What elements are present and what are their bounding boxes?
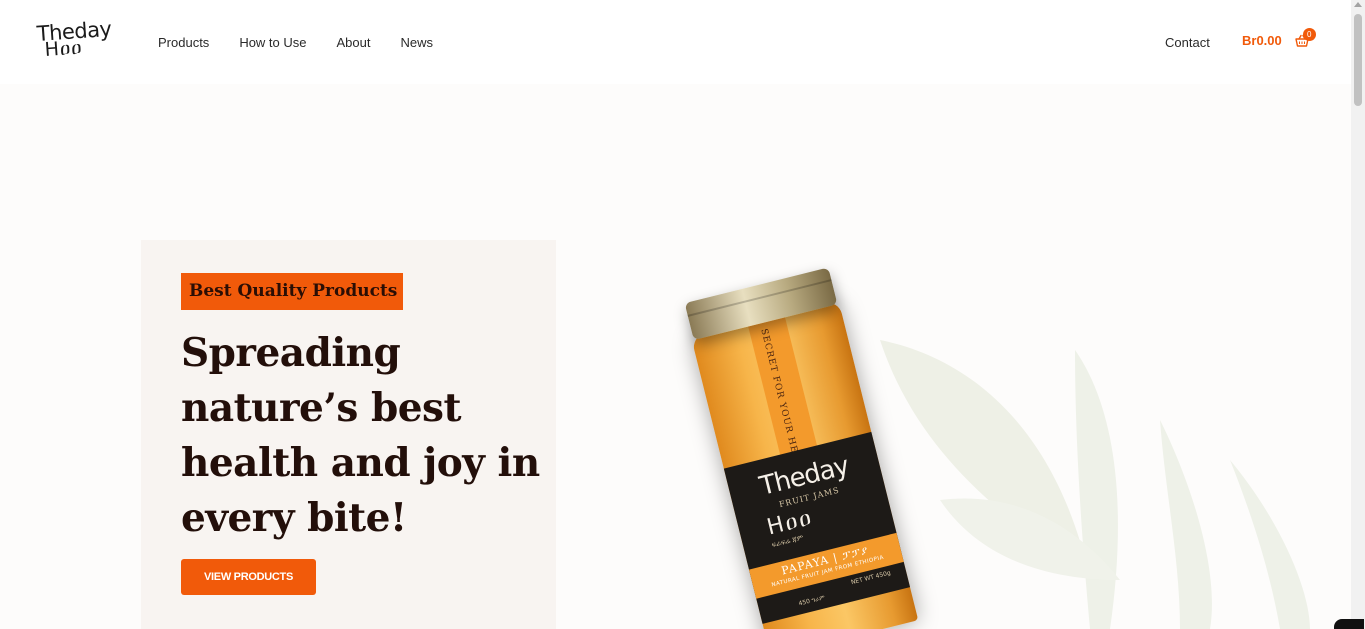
nav-how-to-use[interactable]: How to Use bbox=[239, 35, 306, 50]
papaya-jam-jar: SECRET FOR YOUR HEALTH Theday FRUIT JAMS… bbox=[679, 266, 921, 629]
page-scrollbar[interactable] bbox=[1351, 0, 1365, 629]
logo-text-bottom: Hዐዐ bbox=[44, 36, 84, 61]
cart-count-badge: 0 bbox=[1302, 27, 1316, 41]
scroll-up-arrow-icon[interactable] bbox=[1354, 2, 1362, 7]
quality-badge-label: Best Quality Products bbox=[189, 281, 398, 301]
main-nav: Products How to Use About News bbox=[158, 35, 433, 50]
nav-news[interactable]: News bbox=[401, 35, 434, 50]
label-amharic-weight: 450 ግራም bbox=[797, 594, 826, 608]
basket-icon: 0 bbox=[1295, 27, 1316, 48]
site-header: Theday Hዐዐ Products How to Use About New… bbox=[0, 0, 1351, 84]
scroll-thumb[interactable] bbox=[1354, 14, 1362, 106]
chat-widget-button[interactable] bbox=[1334, 619, 1364, 629]
nav-products[interactable]: Products bbox=[158, 35, 209, 50]
brand-logo[interactable]: Theday Hዐዐ bbox=[36, 17, 118, 62]
nav-about[interactable]: About bbox=[337, 35, 371, 50]
nav-contact[interactable]: Contact bbox=[1165, 35, 1210, 50]
quality-badge: Best Quality Products bbox=[181, 273, 403, 310]
product-jar-image: SECRET FOR YOUR HEALTH Theday FRUIT JAMS… bbox=[684, 267, 950, 629]
cart-button[interactable]: Br0.00 0 bbox=[1242, 27, 1316, 48]
cart-total: Br0.00 bbox=[1242, 33, 1282, 48]
hero-headline: Spreading nature’s best health and joy i… bbox=[181, 330, 540, 541]
view-products-button[interactable]: VIEW PRODUCTS bbox=[181, 559, 316, 595]
